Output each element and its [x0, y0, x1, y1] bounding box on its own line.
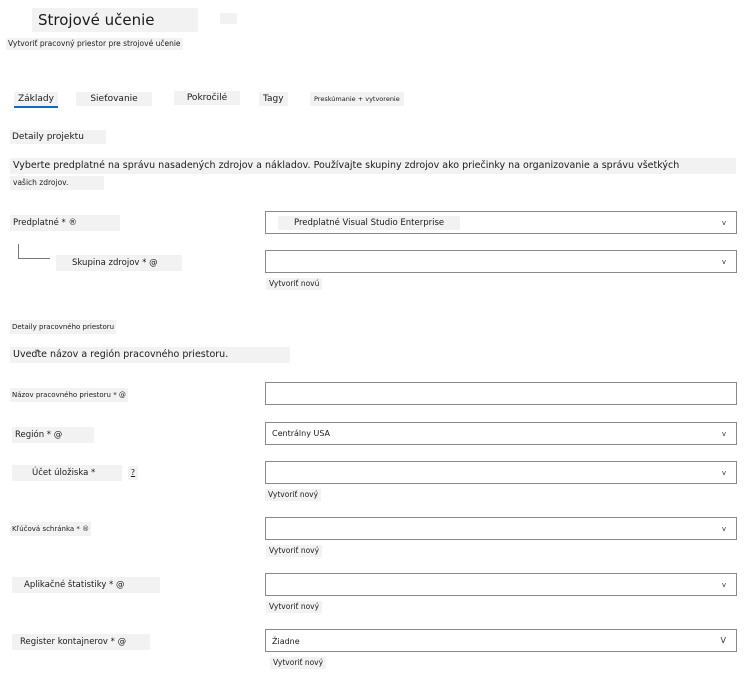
- subscription-label: Predplatné * ®: [10, 215, 120, 231]
- title-placeholder: [220, 13, 237, 24]
- chevron-down-icon: v: [721, 219, 726, 227]
- chevron-down-icon: V: [720, 636, 726, 645]
- tab-tags[interactable]: Tagy: [259, 92, 288, 106]
- container-registry-label: Register kontajnerov * @: [12, 634, 150, 650]
- chevron-down-icon: v: [721, 525, 726, 533]
- tab-networking[interactable]: Sieťovanie: [76, 92, 152, 106]
- subscription-value: Predplatné Visual Studio Enterprise: [278, 216, 461, 230]
- region-label: Región * @: [12, 427, 94, 443]
- help-icon[interactable]: ?: [128, 466, 138, 480]
- storage-account-label: Účet úložiska *: [12, 465, 122, 481]
- resource-group-create-new-link[interactable]: Vytvoriť novú: [266, 278, 323, 290]
- subscription-dropdown[interactable]: Predplatné Visual Studio Enterprise v: [265, 211, 737, 234]
- chevron-down-icon: v: [721, 258, 726, 266]
- resource-group-dropdown[interactable]: v: [265, 250, 737, 273]
- storage-account-dropdown[interactable]: v: [265, 461, 737, 484]
- page-subtitle: Vytvoriť pracovný priestor pre strojové …: [6, 38, 183, 50]
- key-vault-dropdown[interactable]: v: [265, 517, 737, 540]
- chevron-down-icon: v: [721, 430, 726, 438]
- app-insights-create-new-link[interactable]: Vytvoriť nový: [266, 601, 323, 613]
- project-description-line1: Vyberte predplatné na správu nasadených …: [10, 158, 736, 174]
- tree-connector-horizontal: [18, 258, 50, 259]
- app-insights-dropdown[interactable]: v: [265, 573, 737, 596]
- key-vault-label: Kľúčová schránka * ®: [10, 522, 92, 536]
- storage-account-create-new-link[interactable]: Vytvoriť nový: [265, 489, 322, 501]
- workspace-name-input[interactable]: [265, 382, 737, 405]
- key-vault-create-new-link[interactable]: Vytvoriť nový: [266, 545, 323, 557]
- tree-connector-vertical: [18, 244, 19, 258]
- page-title: Strojové učenie: [32, 8, 198, 32]
- tab-basics[interactable]: Základy: [14, 92, 58, 108]
- project-details-heading: Detaily projektu: [10, 130, 106, 144]
- workspace-details-heading: Detaily pracovného priestoru: [10, 320, 117, 334]
- container-registry-value: Žiadne: [272, 637, 300, 646]
- chevron-down-icon: v: [721, 581, 726, 589]
- container-registry-create-new-link[interactable]: Vytvoriť nový: [270, 657, 327, 669]
- tab-review-create[interactable]: Preskúmanie + vytvorenie: [310, 92, 404, 106]
- container-registry-dropdown[interactable]: Žiadne V: [265, 629, 737, 652]
- chevron-down-icon: v: [721, 469, 726, 477]
- tab-advanced[interactable]: Pokročilé: [174, 91, 240, 105]
- workspace-name-label: Názov pracovného priestoru * @: [10, 388, 128, 402]
- resource-group-label: Skupina zdrojov * @: [56, 255, 182, 271]
- region-dropdown[interactable]: Centrálny USA v: [265, 422, 737, 445]
- workspace-description: Uveďte názov a región pracovného priesto…: [10, 347, 290, 363]
- region-value: Centrálny USA: [272, 429, 331, 438]
- project-description-line2: vašich zdrojov.: [10, 176, 104, 190]
- app-insights-label: Aplikačné štatistiky * @: [12, 577, 160, 593]
